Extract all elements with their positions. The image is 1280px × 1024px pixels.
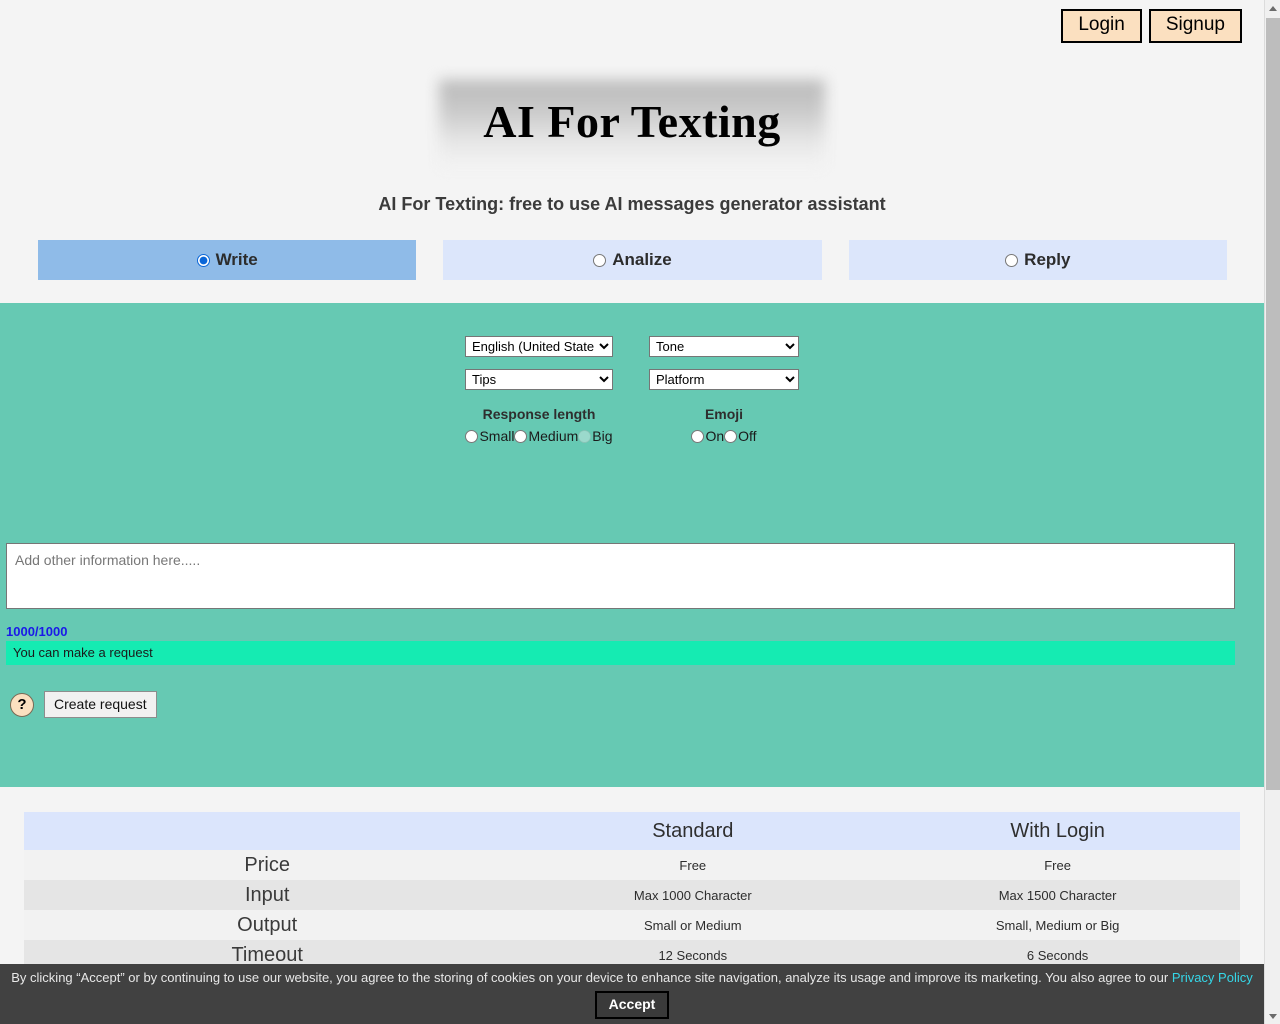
radio-groups: Response length Small Medium Big Emoji O… [465, 406, 805, 445]
controls-row-2: Tips Platform [465, 369, 805, 390]
response-length-big[interactable]: Big [578, 428, 613, 445]
response-length-small[interactable]: Small [465, 428, 514, 445]
comparison-table-body: Price Free Free Input Max 1000 Character… [24, 850, 1240, 970]
tone-select[interactable]: Tone [649, 336, 799, 357]
table-header-row: Standard With Login [24, 812, 1240, 850]
tab-analize-radio[interactable] [593, 253, 607, 267]
response-length-small-radio[interactable] [465, 430, 479, 443]
scrollbar-thumb[interactable] [1266, 18, 1280, 790]
emoji-on-label: On [705, 428, 725, 444]
generator-controls: English (United States) Tone Tips Platfo… [465, 336, 805, 445]
help-icon[interactable]: ? [10, 692, 34, 717]
page-viewport: Login Signup AI For Texting AI For Texti… [0, 0, 1264, 1024]
cookie-banner: By clicking “Accept” or by continuing to… [0, 964, 1264, 1024]
prompt-area [6, 543, 1235, 614]
emoji-off[interactable]: Off [724, 428, 757, 445]
tips-select[interactable]: Tips [465, 369, 613, 390]
table-row: Price Free Free [24, 850, 1240, 880]
response-length-medium-radio[interactable] [514, 430, 528, 443]
response-length-big-radio[interactable] [578, 430, 592, 443]
row-withlogin-output: Small, Medium or Big [995, 917, 1120, 933]
controls-row-1: English (United States) Tone [465, 336, 805, 357]
comparison-table-head: Standard With Login [24, 812, 1240, 850]
action-row: ? Create request [10, 691, 157, 718]
table-row: Output Small or Medium Small, Medium or … [24, 910, 1240, 940]
header-feature [24, 812, 511, 850]
scroll-down-arrow-icon[interactable] [1265, 1008, 1280, 1024]
page-title: AI For Texting [483, 96, 781, 147]
privacy-policy-link[interactable]: Privacy Policy [1172, 970, 1253, 985]
response-length-medium-label: Medium [528, 428, 579, 444]
row-standard-price: Free [679, 857, 707, 873]
response-length-title: Response length [482, 406, 596, 422]
row-withlogin-price: Free [1044, 857, 1071, 873]
hero-section: AI For Texting [0, 80, 1264, 168]
tab-reply-radio[interactable] [1005, 253, 1019, 267]
row-withlogin-input: Max 1500 Character [998, 887, 1117, 903]
emoji-options: On Off [649, 428, 799, 445]
cookie-banner-text: By clicking “Accept” or by continuing to… [0, 964, 1264, 986]
emoji-off-label: Off [738, 428, 757, 444]
tab-reply-label: Reply [1024, 250, 1071, 269]
emoji-off-radio[interactable] [724, 430, 738, 443]
tab-reply[interactable]: Reply [848, 240, 1227, 280]
auth-bar: Login Signup [1061, 9, 1242, 43]
tab-analize[interactable]: Analize [443, 240, 822, 280]
tab-write-radio[interactable] [196, 253, 210, 267]
emoji-on[interactable]: On [691, 428, 724, 445]
platform-select[interactable]: Platform [649, 369, 799, 390]
emoji-title: Emoji [704, 406, 744, 422]
character-counter: 1000/1000 [6, 624, 68, 639]
page-root: Login Signup AI For Texting AI For Texti… [0, 0, 1280, 1024]
response-length-small-label: Small [479, 428, 515, 444]
tab-write-label: Write [215, 250, 258, 269]
response-length-medium[interactable]: Medium [514, 428, 578, 445]
cookie-text-body: By clicking “Accept” or by continuing to… [11, 970, 1172, 985]
comparison-table: Standard With Login Price Free Free Inpu… [24, 812, 1240, 970]
language-select[interactable]: English (United States) [465, 336, 613, 357]
header-with-login: With Login [875, 812, 1240, 850]
header-standard: Standard [510, 812, 876, 850]
comparison-table-wrapper: Standard With Login Price Free Free Inpu… [24, 812, 1240, 970]
scroll-up-arrow-icon[interactable] [1265, 0, 1280, 16]
table-row: Input Max 1000 Character Max 1500 Charac… [24, 880, 1240, 910]
row-feature-output: Output [237, 913, 298, 936]
prompt-textarea[interactable] [6, 543, 1235, 609]
row-feature-input: Input [244, 883, 290, 906]
row-feature-price: Price [244, 853, 290, 876]
row-standard-input: Max 1000 Character [633, 887, 752, 903]
tab-analize-label: Analize [612, 250, 672, 269]
emoji-group: Emoji On Off [649, 406, 799, 445]
accept-cookies-button[interactable]: Accept [594, 991, 670, 1019]
hero-plate: AI For Texting [439, 80, 825, 168]
login-button[interactable]: Login [1061, 9, 1142, 43]
page-subtitle: AI For Texting: free to use AI messages … [378, 194, 886, 214]
tab-write[interactable]: Write [38, 240, 417, 280]
create-request-button[interactable]: Create request [44, 691, 157, 718]
signup-button[interactable]: Signup [1148, 9, 1242, 43]
row-standard-output: Small or Medium [644, 917, 742, 933]
emoji-on-radio[interactable] [691, 430, 705, 443]
response-length-options: Small Medium Big [465, 428, 613, 445]
mode-tabs: Write Analize Reply [38, 240, 1227, 280]
response-length-group: Response length Small Medium Big [465, 406, 613, 445]
response-length-big-label: Big [592, 428, 613, 444]
status-message: You can make a request [6, 641, 1235, 665]
generator-panel: English (United States) Tone Tips Platfo… [0, 303, 1264, 787]
vertical-scrollbar[interactable] [1264, 0, 1280, 1024]
